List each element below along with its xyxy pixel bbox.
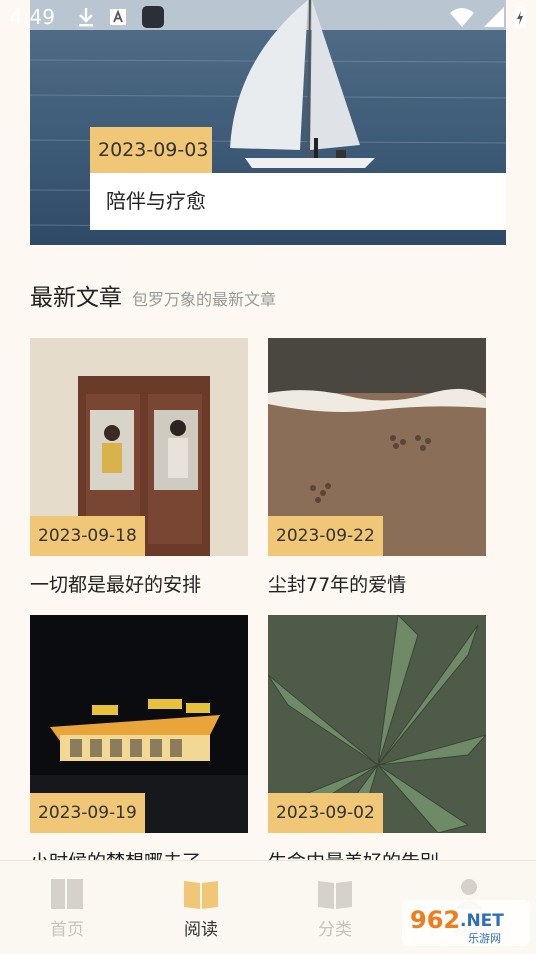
article-date-badge: 2023-09-02 xyxy=(268,793,383,833)
article-card[interactable]: 2023-09-02 生命中最美好的告别 xyxy=(268,615,486,874)
battery-charging-icon xyxy=(514,6,526,28)
article-image: 2023-09-18 xyxy=(30,338,248,556)
article-title[interactable]: 尘封77年的爱情 xyxy=(268,570,486,597)
svg-text:乐游网: 乐游网 xyxy=(468,932,501,945)
a-box-icon xyxy=(109,9,126,25)
app-square-icon xyxy=(141,6,164,28)
hero-banner[interactable]: 2023-09-03 陪伴与疗愈 xyxy=(30,0,506,245)
section-title: 最新文章 xyxy=(30,285,122,311)
nav-item-category[interactable]: 分类 xyxy=(268,861,402,954)
article-image: 2023-09-02 xyxy=(268,615,486,833)
book-spine-icon xyxy=(51,879,83,909)
status-notification-icons xyxy=(77,5,165,29)
signal-icon xyxy=(484,7,504,27)
wifi-icon xyxy=(450,8,474,27)
article-date-badge: 2023-09-19 xyxy=(30,793,145,833)
open-book-icon xyxy=(318,881,352,909)
article-title[interactable]: 一切都是最好的安排 xyxy=(30,570,248,597)
nav-label: 阅读 xyxy=(184,920,218,940)
article-image: 2023-09-19 xyxy=(30,615,248,833)
svg-text:962: 962 xyxy=(410,906,460,934)
article-card[interactable]: 2023-09-19 小时候的梦想哪去了 xyxy=(30,615,248,874)
watermark-graphic: 962 .NET 乐游网 xyxy=(402,900,530,946)
article-card[interactable]: 2023-09-18 一切都是最好的安排 xyxy=(30,338,248,597)
svg-text:.NET: .NET xyxy=(460,911,504,931)
nav-label: 分类 xyxy=(318,920,352,940)
watermark-logo: 962 .NET 乐游网 xyxy=(402,900,530,950)
nav-item-home[interactable]: 首页 xyxy=(0,861,134,954)
article-image: 2023-09-22 xyxy=(268,338,486,556)
section-subtitle: 包罗万象的最新文章 xyxy=(132,290,277,309)
status-bar: 4:49 xyxy=(0,0,536,34)
nav-item-read[interactable]: 阅读 xyxy=(134,861,268,954)
nav-label: 首页 xyxy=(50,920,84,940)
status-time: 4:49 xyxy=(10,5,55,29)
open-book-icon xyxy=(184,881,218,909)
hero-title[interactable]: 陪伴与疗愈 xyxy=(90,173,506,230)
article-date-badge: 2023-09-18 xyxy=(30,516,145,556)
status-system-icons xyxy=(450,6,526,28)
article-card[interactable]: 2023-09-22 尘封77年的爱情 xyxy=(268,338,486,597)
section-header: 最新文章 包罗万象的最新文章 xyxy=(30,278,276,312)
download-icon xyxy=(78,8,93,27)
hero-date-badge: 2023-09-03 xyxy=(90,127,212,173)
article-date-badge: 2023-09-22 xyxy=(268,516,383,556)
